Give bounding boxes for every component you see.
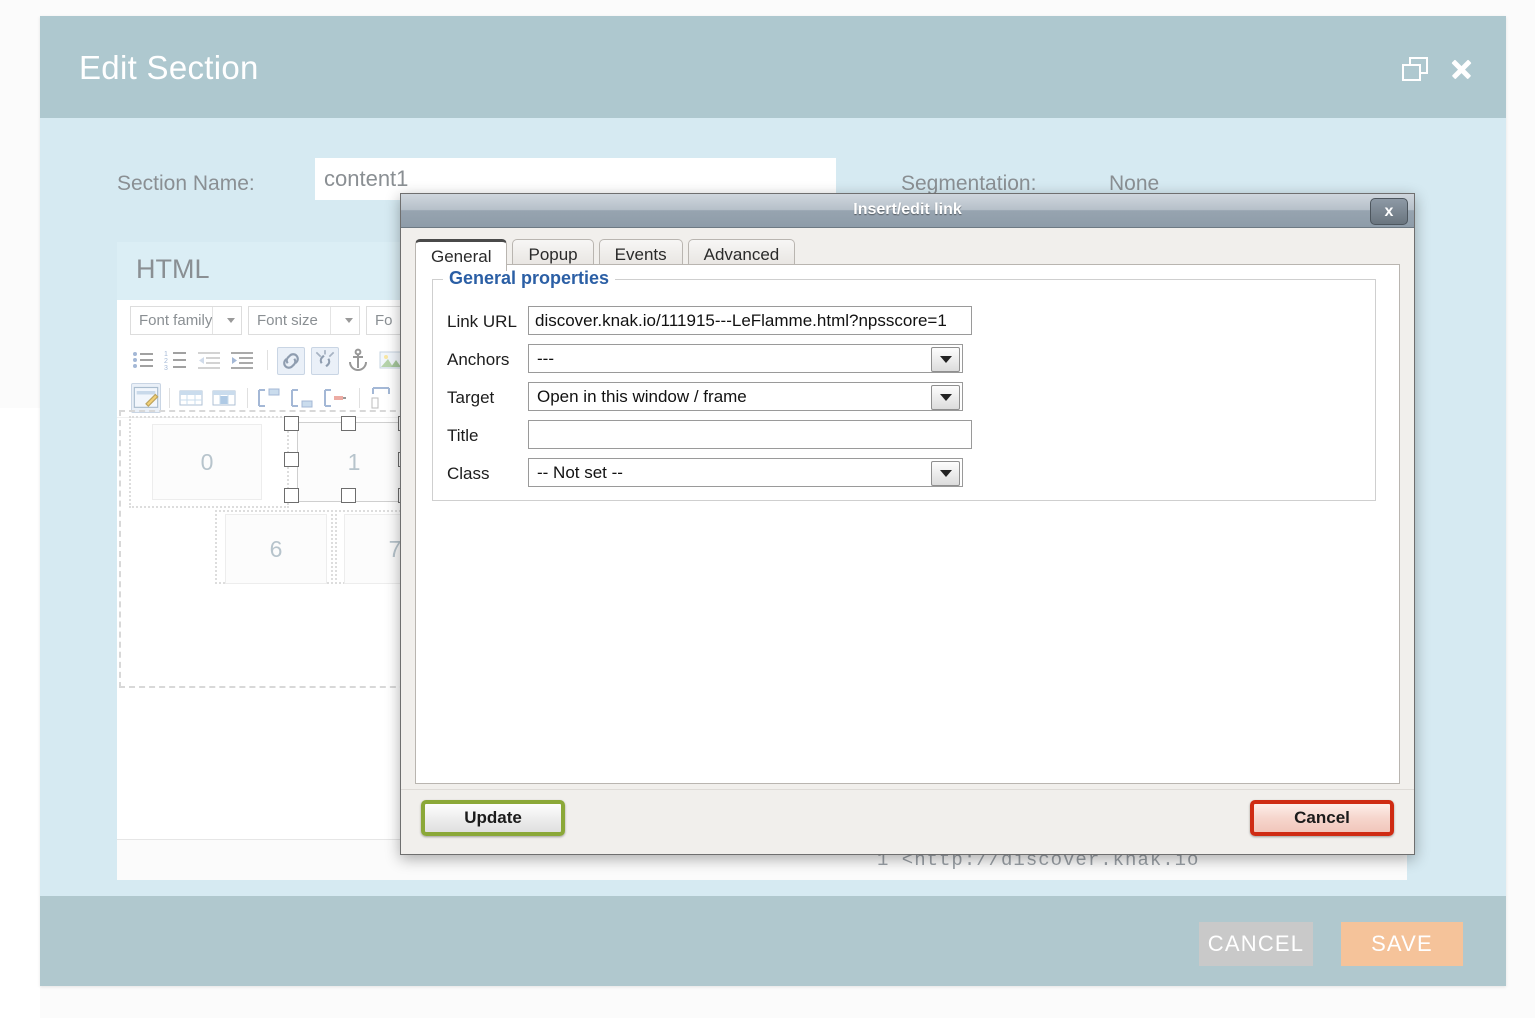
delete-row-icon[interactable]	[323, 386, 347, 410]
numbered-list-icon[interactable]: 123	[164, 348, 188, 372]
dialog-close-label: x	[1385, 204, 1394, 220]
link-url-input[interactable]	[528, 306, 972, 335]
svg-text:2: 2	[164, 358, 168, 365]
fieldset-legend: General properties	[443, 268, 615, 289]
dialog-cancel-button[interactable]: Cancel	[1250, 800, 1394, 836]
anchors-label: Anchors	[447, 350, 509, 370]
insert-table-icon[interactable]	[179, 386, 203, 410]
update-button[interactable]: Update	[421, 800, 565, 836]
save-button[interactable]: SAVE	[1341, 922, 1463, 966]
link-url-label: Link URL	[447, 312, 517, 332]
table-cell[interactable]: 6	[225, 514, 327, 584]
title-input[interactable]	[528, 420, 972, 449]
modal-footer: CANCEL SAVE	[40, 896, 1506, 986]
insert-link-icon[interactable]	[277, 347, 305, 375]
chevron-down-icon	[931, 461, 960, 486]
title-label: Title	[447, 426, 479, 446]
restore-window-icon[interactable]	[1402, 57, 1428, 81]
general-properties-fieldset: General properties Link URL Anchors --- …	[432, 279, 1376, 501]
resize-handle[interactable]	[341, 416, 356, 431]
font-size-label: Font size	[249, 312, 318, 329]
field-row-class: Class -- Not set --	[433, 456, 1375, 494]
field-row-anchors: Anchors ---	[433, 342, 1375, 380]
class-value: -- Not set --	[537, 463, 623, 483]
anchors-value: ---	[537, 349, 554, 369]
resize-handle[interactable]	[284, 488, 299, 503]
field-row-title: Title	[433, 418, 1375, 456]
dialog-title-bar[interactable]: Insert/edit link x	[401, 194, 1414, 228]
window-controls	[1402, 56, 1474, 82]
editor-title: HTML	[136, 254, 210, 285]
anchor-icon[interactable]	[346, 348, 370, 372]
target-label: Target	[447, 388, 494, 408]
edit-html-source-icon[interactable]	[131, 383, 161, 413]
insert-row-before-icon[interactable]	[257, 386, 281, 410]
svg-text:1: 1	[164, 351, 168, 358]
section-name-label: Section Name:	[117, 172, 255, 196]
indent-icon[interactable]	[231, 348, 255, 372]
anchors-select[interactable]: ---	[528, 344, 963, 373]
font-size-select[interactable]: Font size	[248, 306, 360, 335]
resize-handle[interactable]	[284, 416, 299, 431]
field-row-target: Target Open in this window / frame	[433, 380, 1375, 418]
unlink-icon[interactable]	[311, 347, 339, 375]
dialog-title: Insert/edit link	[401, 201, 1414, 219]
outdent-icon[interactable]	[198, 348, 222, 372]
font-family-select[interactable]: Font family	[130, 306, 242, 335]
cancel-button[interactable]: CANCEL	[1199, 922, 1313, 966]
class-label: Class	[447, 464, 490, 484]
resize-handle[interactable]	[284, 452, 299, 467]
dialog-panel: General properties Link URL Anchors --- …	[415, 264, 1400, 784]
chevron-down-icon	[330, 307, 359, 334]
table-properties-icon[interactable]	[212, 386, 236, 410]
target-select[interactable]: Open in this window / frame	[528, 382, 963, 411]
page-title: Edit Section	[79, 49, 259, 87]
insert-row-after-icon[interactable]	[290, 386, 314, 410]
table-cell[interactable]: 0	[152, 424, 262, 500]
toolbar-separator	[359, 388, 360, 408]
tab-general[interactable]: General	[415, 239, 507, 271]
chevron-down-icon	[931, 347, 960, 372]
resize-handle[interactable]	[341, 488, 356, 503]
close-icon[interactable]	[1448, 56, 1474, 82]
modal-header: Edit Section	[40, 16, 1506, 118]
class-select[interactable]: -- Not set --	[528, 458, 963, 487]
bullet-list-icon[interactable]	[131, 348, 155, 372]
insert-edit-link-dialog: Insert/edit link x General Popup Events …	[400, 193, 1415, 855]
toolbar-separator	[247, 388, 248, 408]
font-format-label: Fo	[367, 312, 393, 329]
field-row-link-url: Link URL	[433, 304, 1375, 342]
font-family-label: Font family	[131, 312, 212, 329]
insert-column-before-icon[interactable]	[369, 386, 393, 410]
target-value: Open in this window / frame	[537, 387, 747, 407]
toolbar-separator	[267, 350, 268, 370]
toolbar-separator	[169, 388, 170, 408]
chevron-down-icon	[212, 307, 241, 334]
dialog-close-icon[interactable]: x	[1370, 198, 1408, 225]
svg-text:3: 3	[164, 365, 168, 372]
dialog-footer: Update Cancel	[401, 789, 1414, 854]
chevron-down-icon	[931, 385, 960, 410]
